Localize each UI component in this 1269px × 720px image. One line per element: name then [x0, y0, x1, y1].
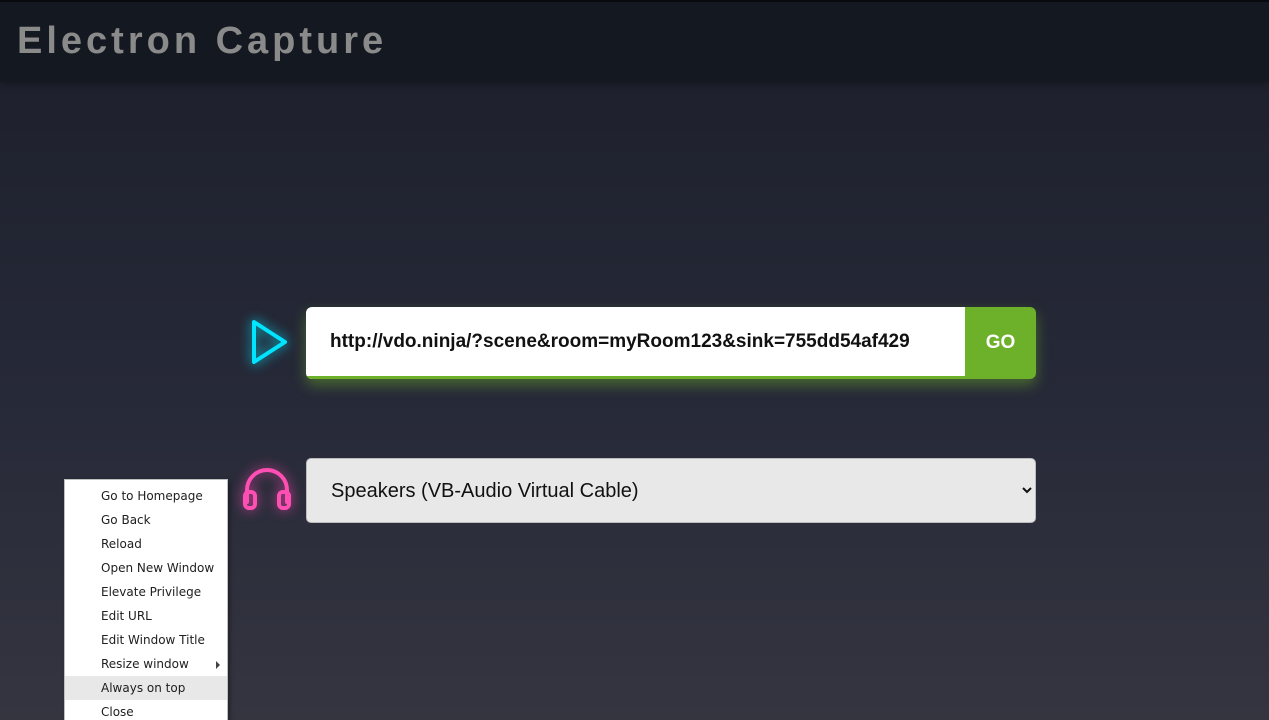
url-input[interactable] — [306, 307, 965, 379]
app-header: Electron Capture — [0, 2, 1269, 82]
menu-item-reload[interactable]: Reload — [65, 532, 227, 556]
menu-item-resize-window[interactable]: Resize window — [65, 652, 227, 676]
play-icon — [252, 320, 287, 364]
headphones-icon — [243, 468, 291, 510]
menu-item-close[interactable]: Close — [65, 700, 227, 720]
menu-item-always-on-top[interactable]: Always on top — [65, 676, 227, 700]
menu-item-edit-window-title[interactable]: Edit Window Title — [65, 628, 227, 652]
menu-item-resize-window-label: Resize window — [101, 657, 189, 671]
app-title: Electron Capture — [17, 20, 388, 62]
menu-item-elevate-privilege[interactable]: Elevate Privilege — [65, 580, 227, 604]
menu-item-edit-url[interactable]: Edit URL — [65, 604, 227, 628]
menu-item-go-to-homepage[interactable]: Go to Homepage — [65, 484, 227, 508]
context-menu: Go to Homepage Go Back Reload Open New W… — [64, 479, 228, 720]
menu-item-go-back[interactable]: Go Back — [65, 508, 227, 532]
submenu-arrow-icon — [216, 661, 220, 669]
go-button[interactable]: GO — [965, 307, 1036, 379]
url-bar: GO — [306, 307, 1036, 379]
menu-item-open-new-window[interactable]: Open New Window — [65, 556, 227, 580]
audio-output-select[interactable]: Speakers (VB-Audio Virtual Cable) — [306, 458, 1036, 523]
